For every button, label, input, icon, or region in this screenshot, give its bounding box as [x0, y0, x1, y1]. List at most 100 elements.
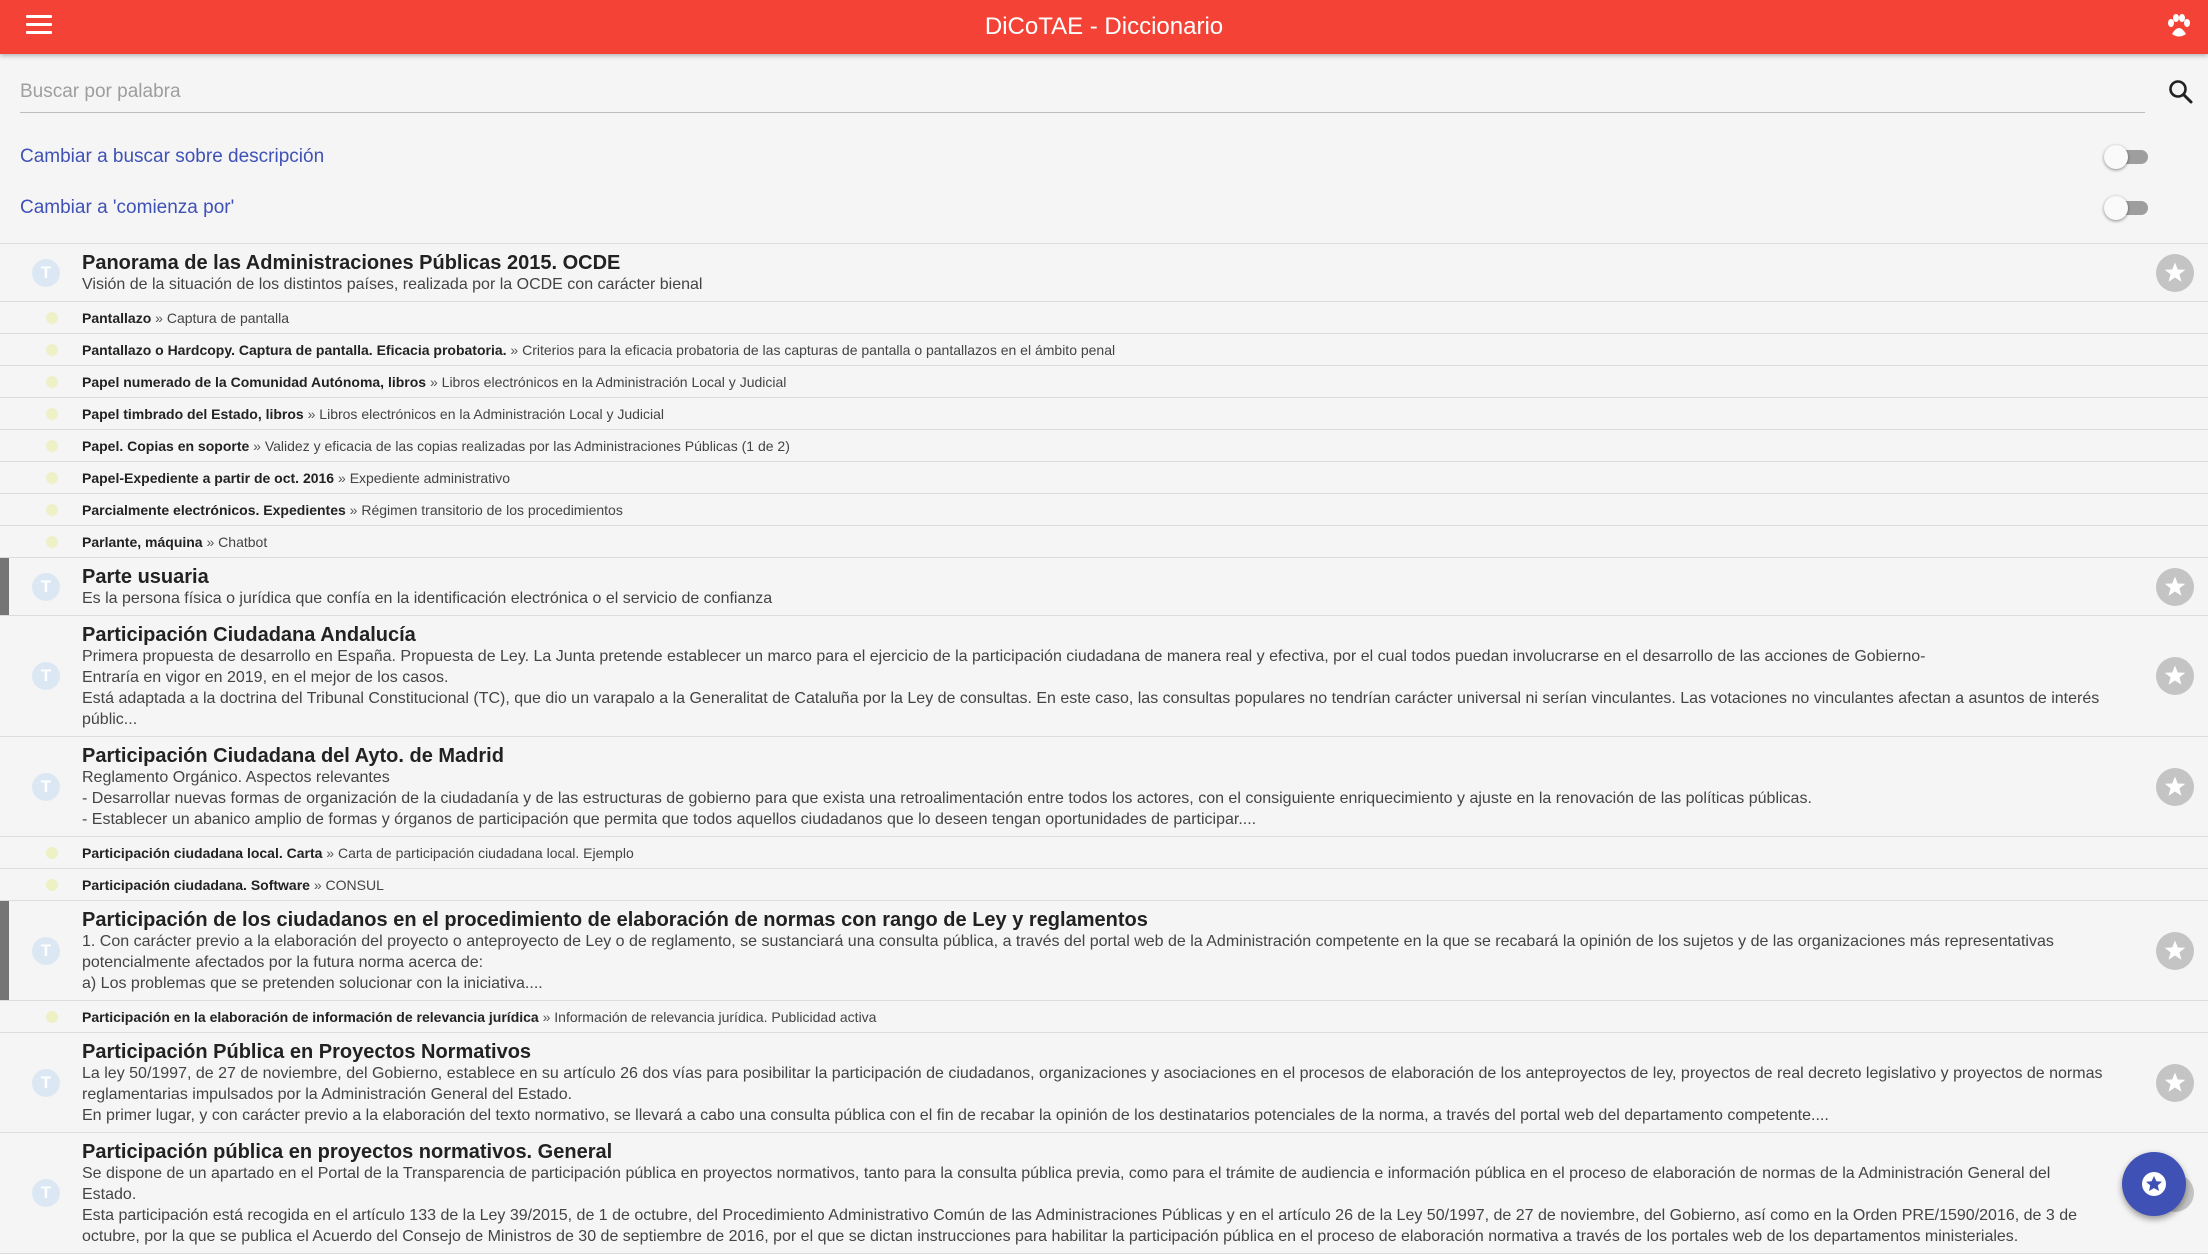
star-icon[interactable]: [2156, 567, 2194, 606]
term-type-icon: T: [32, 1179, 60, 1207]
entry-description: Visión de la situación de los distintos …: [82, 276, 703, 293]
reference-title: Papel. Copias en soporte: [82, 438, 250, 454]
option-search-description: Cambiar a buscar sobre descripción: [20, 142, 2150, 172]
reference-type-icon: [46, 376, 58, 388]
reference-target: Captura de pantalla: [166, 310, 290, 326]
search-bar: [20, 72, 2195, 116]
reference-title: Participación ciudadana. Software: [82, 877, 310, 893]
term-type-icon: T: [32, 572, 60, 601]
reference-target: CONSUL: [325, 877, 384, 893]
reference-title: Parlante, máquina: [82, 534, 203, 550]
entry-title: Participación Ciudadana Andalucía: [82, 624, 416, 646]
star-icon[interactable]: [2156, 657, 2194, 695]
entry-title: Participación de los ciudadanos en el pr…: [82, 909, 1148, 931]
star-icon[interactable]: [2156, 767, 2194, 806]
term-type-icon: T: [32, 1068, 60, 1097]
option-label-starts-with[interactable]: Cambiar a 'comienza por': [20, 197, 234, 219]
reference-entry[interactable]: Parlante, máquina » Chatbot: [0, 526, 2208, 558]
term-type-icon: T: [32, 772, 60, 801]
toggle-knob: [2104, 145, 2128, 169]
entry-title: Participación Ciudadana del Ayto. de Mad…: [82, 745, 504, 767]
entry-description: 1. Con carácter previo a la elaboración …: [82, 933, 2054, 992]
term-type-icon: T: [32, 936, 60, 965]
term-entry[interactable]: T Panorama de las Administraciones Públic…: [0, 244, 2208, 302]
reference-entry[interactable]: Pantallazo o Hardcopy. Captura de pantal…: [0, 334, 2208, 366]
reference-target: Expediente administrativo: [349, 470, 510, 486]
reference-entry[interactable]: Papel-Expediente a partir de oct. 2016 »…: [0, 462, 2208, 494]
entry-description: Es la persona física o jurídica que conf…: [82, 590, 773, 607]
reference-arrow: »: [506, 342, 523, 358]
favorites-fab[interactable]: [2122, 1152, 2186, 1216]
entry-description: La ley 50/1997, de 27 de noviembre, del …: [82, 1065, 2103, 1124]
reference-target: Validez y eficacia de las copias realiza…: [264, 438, 790, 454]
reference-type-icon: [46, 440, 58, 452]
reference-entry[interactable]: Participación en la elaboración de infor…: [0, 1001, 2208, 1033]
reference-type-icon: [46, 472, 58, 484]
star-icon[interactable]: [2156, 1063, 2194, 1102]
reference-title: Parcialmente electrónicos. Expedientes: [82, 502, 346, 518]
reference-arrow: »: [202, 534, 219, 550]
reference-target: Régimen transitorio de los procedimiento…: [361, 502, 623, 518]
reference-title: Pantallazo o Hardcopy. Captura de pantal…: [82, 342, 507, 358]
reference-entry[interactable]: Papel. Copias en soporte » Validez y efi…: [0, 430, 2208, 462]
reference-title: Papel numerado de la Comunidad Autónoma,…: [82, 374, 427, 390]
reference-arrow: »: [334, 470, 350, 486]
reference-arrow: »: [345, 502, 362, 518]
term-type-icon: T: [32, 662, 60, 690]
toggle-knob: [2104, 196, 2128, 220]
search-icon[interactable]: [2167, 78, 2195, 106]
entry-title: Panorama de las Administraciones Pública…: [82, 252, 621, 274]
reference-target: Libros electrónicos en la Administración…: [319, 406, 665, 422]
reference-type-icon: [46, 504, 58, 516]
reference-title: Pantallazo: [82, 310, 152, 326]
paw-icon[interactable]: [2164, 12, 2194, 42]
reference-title: Participación ciudadana local. Carta: [82, 845, 323, 861]
reference-arrow: »: [303, 406, 320, 422]
entry-title: Parte usuaria: [82, 566, 209, 588]
reference-type-icon: [46, 847, 58, 859]
toggle-search-description[interactable]: [2104, 145, 2150, 169]
entry-description: Primera propuesta de desarrollo en Españ…: [82, 648, 2100, 728]
entry-description: Se dispone de un apartado en el Portal d…: [82, 1165, 2078, 1245]
search-input[interactable]: [20, 72, 2145, 113]
reference-title: Papel-Expediente a partir de oct. 2016: [82, 470, 335, 486]
reference-entry[interactable]: Participación ciudadana. Software » CONS…: [0, 869, 2208, 901]
term-entry[interactable]: T Participación Ciudadana del Ayto. de Ma…: [0, 737, 2208, 837]
reference-title: Papel timbrado del Estado, libros: [82, 406, 304, 422]
star-icon[interactable]: [2156, 931, 2194, 970]
reference-type-icon: [46, 536, 58, 548]
star-icon[interactable]: [2156, 253, 2194, 292]
reference-entry[interactable]: Pantallazo » Captura de pantalla: [0, 302, 2208, 334]
reference-entry[interactable]: Papel timbrado del Estado, libros » Libr…: [0, 398, 2208, 430]
reference-entry[interactable]: Participación ciudadana local. Carta » C…: [0, 837, 2208, 869]
term-entry[interactable]: T Participación pública en proyectos norm…: [0, 1133, 2208, 1254]
reference-target: Criterios para la eficacia probatoria de…: [522, 342, 1116, 358]
dictionary-list: T Panorama de las Administraciones Públic…: [0, 243, 2208, 1254]
term-entry[interactable]: T Participación de los ciudadanos en el p…: [0, 901, 2208, 1001]
term-entry[interactable]: T Participación Pública en Proyectos Norm…: [0, 1033, 2208, 1133]
app-title: DiCoTAE - Diccionario: [984, 13, 1224, 40]
reference-arrow: »: [309, 877, 326, 893]
reference-type-icon: [46, 1011, 58, 1023]
option-starts-with: Cambiar a 'comienza por': [20, 193, 2150, 223]
term-entry[interactable]: T Participación Ciudadana Andalucía Primer…: [0, 616, 2208, 737]
term-type-icon: T: [32, 258, 60, 287]
reference-entry[interactable]: Parcialmente electrónicos. Expedientes »…: [0, 494, 2208, 526]
reference-arrow: »: [426, 374, 442, 390]
entry-title: Participación Pública en Proyectos Norma…: [82, 1041, 532, 1063]
entry-title: Participación pública en proyectos norma…: [82, 1141, 613, 1163]
app-toolbar: DiCoTAE - Diccionario: [0, 0, 2208, 54]
toggle-starts-with[interactable]: [2104, 196, 2150, 220]
reference-arrow: »: [151, 310, 167, 326]
reference-target: Libros electrónicos en la Administración…: [441, 374, 787, 390]
reference-arrow: »: [249, 438, 265, 454]
option-label-description[interactable]: Cambiar a buscar sobre descripción: [20, 146, 324, 168]
reference-entry[interactable]: Papel numerado de la Comunidad Autónoma,…: [0, 366, 2208, 398]
reference-arrow: »: [322, 845, 338, 861]
reference-type-icon: [46, 408, 58, 420]
reference-type-icon: [46, 312, 58, 324]
term-entry[interactable]: T Parte usuaria Es la persona física o jur…: [0, 558, 2208, 616]
reference-type-icon: [46, 879, 58, 891]
reference-target: Información de relevancia jurídica. Publ…: [554, 1009, 877, 1025]
reference-type-icon: [46, 344, 58, 356]
